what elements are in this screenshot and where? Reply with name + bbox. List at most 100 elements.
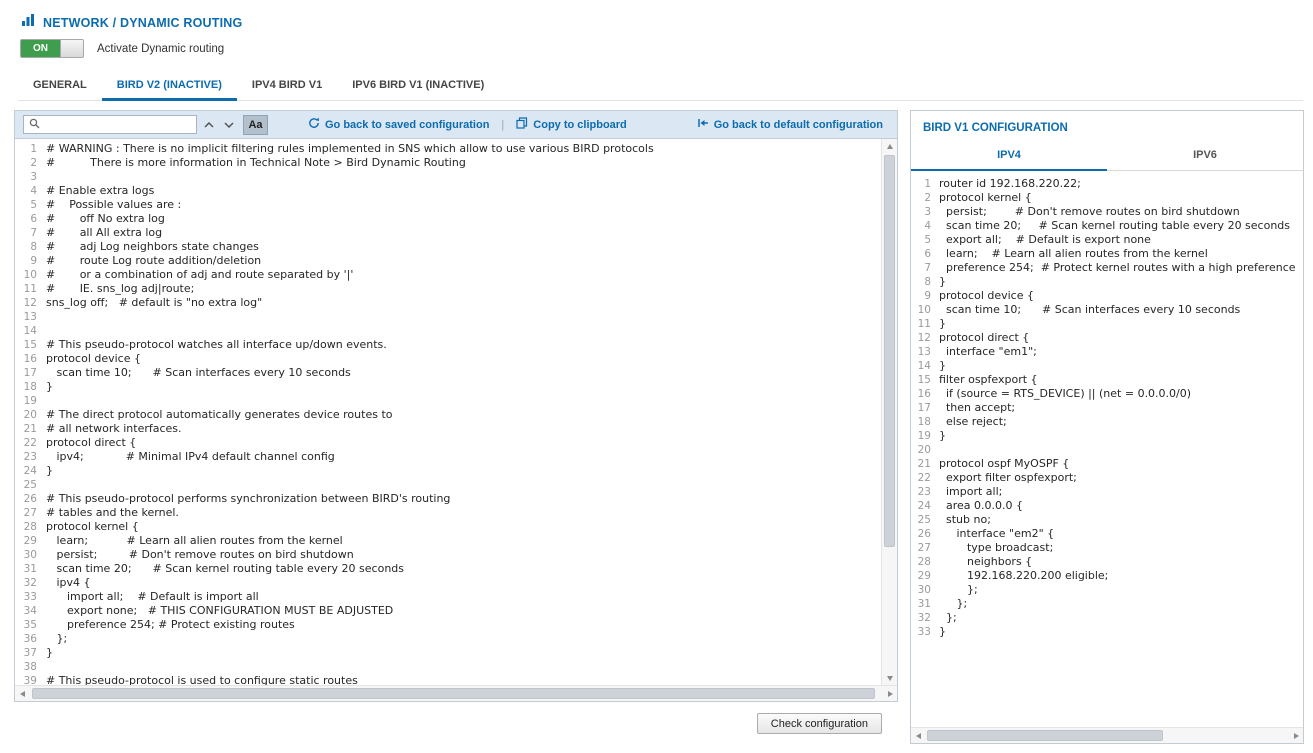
- code-line: 3: [15, 170, 881, 184]
- scroll-right-arrow-icon[interactable]: [1289, 728, 1303, 743]
- tab-ipv4[interactable]: IPV4: [911, 144, 1107, 171]
- tab-general[interactable]: GENERAL: [18, 71, 102, 101]
- activation-row: ON Activate Dynamic routing: [20, 39, 224, 58]
- tab-bird-v2[interactable]: BIRD V2 (INACTIVE): [102, 71, 237, 101]
- line-number: 18: [911, 415, 939, 429]
- line-number: 28: [911, 555, 939, 569]
- scroll-left-arrow-icon[interactable]: [911, 728, 925, 743]
- scroll-left-arrow-icon[interactable]: [15, 686, 29, 701]
- line-number: 2: [15, 156, 46, 170]
- code-line: 12 sns_log off; # default is "no extra l…: [15, 296, 881, 310]
- line-number: 35: [15, 618, 46, 632]
- line-content: export filter ospfexport;: [939, 471, 1077, 485]
- horizontal-scroll-thumb[interactable]: [32, 688, 875, 699]
- code-line: 1 # WARNING : There is no implicit filte…: [15, 142, 881, 156]
- line-number: 5: [15, 198, 46, 212]
- line-content: # off No extra log: [46, 212, 165, 226]
- search-input[interactable]: [44, 119, 191, 131]
- horizontal-scroll-thumb[interactable]: [927, 730, 1163, 741]
- line-content: }: [46, 380, 53, 394]
- line-number: 16: [911, 387, 939, 401]
- bird-v1-code-view[interactable]: 1 router id 192.168.220.22; 2 protocol k…: [911, 171, 1303, 727]
- scroll-right-arrow-icon[interactable]: [883, 686, 897, 701]
- code-line: 21 # all network interfaces.: [15, 422, 881, 436]
- line-number: 8: [15, 240, 46, 254]
- line-number: 7: [911, 261, 939, 275]
- line-number: 1: [15, 142, 46, 156]
- tab-ipv4-bird-v1[interactable]: IPV4 BIRD V1: [237, 71, 337, 101]
- code-line: 21 protocol ospf MyOSPF {: [911, 457, 1303, 471]
- check-configuration-button[interactable]: Check configuration: [757, 713, 882, 734]
- line-content: learn; # Learn all alien routes from the…: [939, 247, 1208, 261]
- copy-to-clipboard-link[interactable]: Copy to clipboard: [516, 117, 627, 132]
- line-content: stub no;: [939, 513, 991, 527]
- line-number: 29: [911, 569, 939, 583]
- line-content: type broadcast;: [939, 541, 1053, 555]
- code-line: 17 then accept;: [911, 401, 1303, 415]
- code-line: 28 protocol kernel {: [15, 520, 881, 534]
- line-content: import all;: [939, 485, 1002, 499]
- line-content: persist; # Don't remove routes on bird s…: [939, 205, 1240, 219]
- line-number: 15: [911, 373, 939, 387]
- code-line: 4 scan time 20; # Scan kernel routing ta…: [911, 219, 1303, 233]
- code-line: 20: [911, 443, 1303, 457]
- line-content: protocol kernel {: [939, 191, 1032, 205]
- vertical-scrollbar[interactable]: [881, 139, 897, 685]
- line-content: protocol device {: [46, 352, 141, 366]
- line-number: 3: [911, 205, 939, 219]
- code-line: 10 scan time 10; # Scan interfaces every…: [911, 303, 1303, 317]
- tab-ipv6-bird-v1[interactable]: IPV6 BIRD V1 (INACTIVE): [337, 71, 499, 101]
- scroll-up-arrow-icon[interactable]: [882, 139, 897, 153]
- line-content: scan time 20; # Scan kernel routing tabl…: [46, 562, 404, 576]
- line-content: }: [939, 625, 946, 639]
- editor-box: Aa Go back to saved configuration | Copy…: [14, 110, 898, 702]
- bird-v1-horizontal-scrollbar[interactable]: [911, 727, 1303, 743]
- line-content: }: [939, 317, 946, 331]
- code-line: 22 export filter ospfexport;: [911, 471, 1303, 485]
- editor-footer: Check configuration: [14, 713, 898, 734]
- code-line: 30 };: [911, 583, 1303, 597]
- search-previous-button[interactable]: [200, 115, 217, 134]
- code-line: 19 }: [911, 429, 1303, 443]
- line-content: filter ospfexport {: [939, 373, 1038, 387]
- code-line: 34 export none; # THIS CONFIGURATION MUS…: [15, 604, 881, 618]
- dynamic-routing-toggle[interactable]: ON: [20, 39, 84, 58]
- line-number: 1: [911, 177, 939, 191]
- line-number: 21: [15, 422, 46, 436]
- line-number: 23: [15, 450, 46, 464]
- search-next-button[interactable]: [220, 115, 237, 134]
- code-line: 1 router id 192.168.220.22;: [911, 177, 1303, 191]
- code-line: 3 persist; # Don't remove routes on bird…: [911, 205, 1303, 219]
- line-number: 13: [911, 345, 939, 359]
- scroll-down-arrow-icon[interactable]: [882, 671, 897, 685]
- line-number: 2: [911, 191, 939, 205]
- line-number: 34: [15, 604, 46, 618]
- line-number: 16: [15, 352, 46, 366]
- line-content: protocol direct {: [46, 436, 136, 450]
- code-line: 18 else reject;: [911, 415, 1303, 429]
- code-line: 27 # tables and the kernel.: [15, 506, 881, 520]
- line-number: 6: [15, 212, 46, 226]
- line-number: 14: [15, 324, 46, 338]
- go-back-default-link[interactable]: Go back to default configuration: [697, 117, 883, 132]
- bird-v2-code-editor[interactable]: 1 # WARNING : There is no implicit filte…: [15, 139, 881, 685]
- bird-v1-tab-bar: IPV4 IPV6: [911, 144, 1303, 171]
- code-line: 17 scan time 10; # Scan interfaces every…: [15, 366, 881, 380]
- code-line: 31 scan time 20; # Scan kernel routing t…: [15, 562, 881, 576]
- go-back-saved-link[interactable]: Go back to saved configuration: [308, 117, 489, 132]
- tab-ipv6[interactable]: IPV6: [1107, 144, 1303, 171]
- vertical-scroll-thumb[interactable]: [884, 155, 895, 547]
- line-number: 23: [911, 485, 939, 499]
- horizontal-scrollbar[interactable]: [15, 685, 897, 701]
- code-line: 5 export all; # Default is export none: [911, 233, 1303, 247]
- line-content: };: [939, 583, 978, 597]
- code-line: 18 }: [15, 380, 881, 394]
- line-number: 8: [911, 275, 939, 289]
- search-box: [23, 115, 197, 134]
- line-number: 24: [911, 499, 939, 513]
- line-number: 22: [15, 436, 46, 450]
- case-sensitive-button[interactable]: Aa: [243, 115, 268, 135]
- line-content: neighbors {: [939, 555, 1032, 569]
- line-content: export none; # THIS CONFIGURATION MUST B…: [46, 604, 393, 618]
- line-number: 15: [15, 338, 46, 352]
